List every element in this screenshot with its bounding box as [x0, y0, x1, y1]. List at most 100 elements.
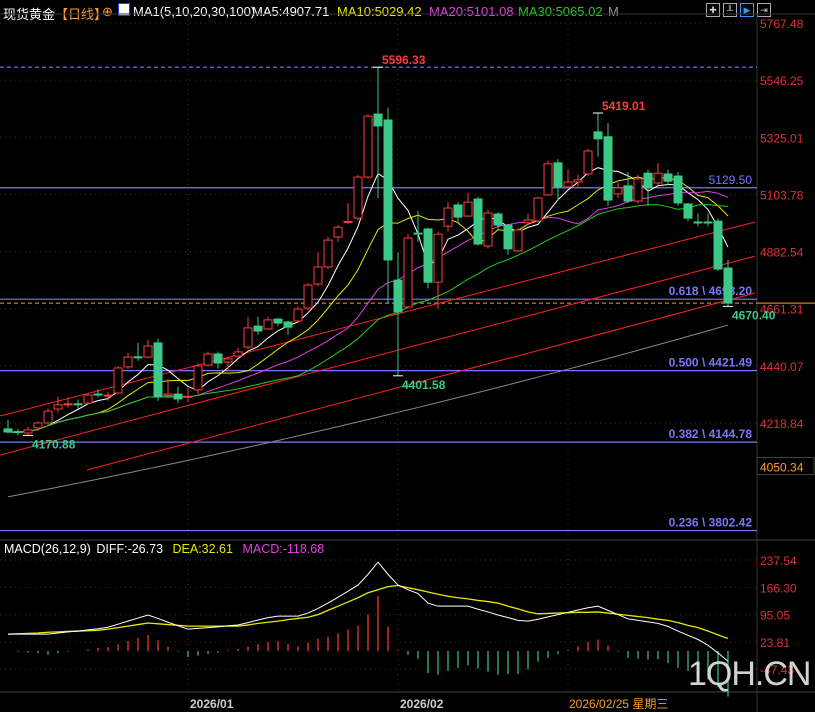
macd-y-tick-label: 95.05 — [760, 609, 790, 623]
candle-body — [343, 220, 353, 224]
candle — [163, 378, 173, 399]
candle-body — [3, 428, 13, 433]
y-tick-label: 5767.48 — [760, 17, 804, 31]
candle-body — [163, 393, 173, 397]
candle — [173, 386, 183, 404]
macd-value: MACD:-118.68 — [242, 542, 325, 556]
candle-body — [643, 172, 653, 189]
candle-body — [603, 136, 613, 201]
candle — [113, 365, 123, 395]
ma10-line — [7, 176, 729, 433]
candle-body — [23, 429, 33, 434]
candle-body — [353, 176, 363, 219]
candle-body — [623, 185, 633, 202]
cursor-price-label: 4050.34 — [760, 461, 804, 475]
macd-header: MACD(26,12,9) DIFF:-26.73 DEA:32.61 MACD… — [4, 542, 330, 556]
candle-body — [683, 203, 693, 219]
low-price-label: 4401.58 — [402, 378, 446, 392]
candle — [713, 218, 723, 271]
candle-body — [263, 319, 273, 330]
candle-body — [423, 228, 433, 283]
candle — [53, 396, 63, 413]
macd-title: MACD(26,12,9) — [4, 542, 91, 556]
candle — [463, 192, 473, 218]
candle-body — [573, 179, 583, 183]
candle-body — [493, 213, 503, 226]
candle-body — [393, 279, 403, 313]
candle-body — [13, 430, 23, 434]
x-date-label: 2026/01 — [190, 697, 234, 711]
candle-body — [73, 403, 83, 406]
candle — [723, 259, 733, 307]
candle-body — [713, 220, 723, 270]
candle-body — [323, 239, 333, 268]
candle — [13, 428, 23, 436]
candle-body — [133, 356, 143, 359]
candle-body — [413, 232, 423, 235]
candle — [653, 163, 663, 186]
macd-y-tick-label: 23.81 — [760, 636, 790, 650]
candle — [143, 340, 153, 359]
candle-body — [183, 395, 193, 398]
candle-body — [613, 187, 623, 195]
ma100-line — [7, 324, 729, 498]
candle — [683, 203, 693, 222]
candle-body — [553, 162, 563, 188]
candle — [363, 114, 373, 179]
candle-body — [123, 356, 133, 368]
candle-body — [723, 267, 733, 304]
candle — [453, 201, 463, 223]
macd-dea: DEA:32.61 — [172, 542, 233, 556]
candle — [663, 169, 673, 186]
candle-body — [433, 233, 443, 283]
candle-body — [213, 353, 223, 364]
candle — [123, 352, 133, 369]
candle — [43, 408, 53, 425]
candle — [473, 196, 483, 246]
candle-body — [503, 224, 513, 250]
candle — [153, 338, 163, 401]
candle-body — [43, 410, 53, 424]
candle-body — [703, 221, 713, 224]
y-tick-label: 5325.01 — [760, 131, 804, 145]
candle — [593, 113, 603, 157]
candle-body — [563, 181, 573, 188]
candle — [243, 316, 253, 350]
candle — [333, 225, 343, 242]
candle-body — [143, 345, 153, 358]
macd-y-tick-label: 237.54 — [760, 554, 797, 568]
candle-body — [93, 393, 103, 396]
candle-body — [193, 365, 203, 391]
horizontal-line-label: 0.618 \ 4698.20 — [669, 284, 753, 298]
y-tick-label: 4440.07 — [760, 360, 804, 374]
candle-body — [173, 393, 183, 400]
trendline — [0, 255, 756, 456]
candle-body — [283, 321, 293, 328]
ma20-line — [7, 190, 729, 433]
candle — [503, 223, 513, 255]
y-tick-label: 5546.25 — [760, 74, 804, 88]
candle-body — [513, 229, 523, 252]
candle — [383, 107, 393, 304]
macd-diff: DIFF:-26.73 — [96, 542, 164, 556]
candle-body — [693, 221, 703, 224]
candle-body — [63, 403, 73, 406]
candle — [673, 172, 683, 206]
candle — [643, 169, 653, 206]
low-price-label: 4170.88 — [32, 437, 76, 451]
candle-body — [313, 266, 323, 285]
low-price-label: 4670.40 — [732, 308, 776, 322]
candle-body — [473, 198, 483, 245]
candle — [273, 318, 283, 326]
candle-body — [333, 226, 343, 238]
candle — [183, 387, 193, 403]
x-date-label: 2026/02 — [400, 697, 444, 711]
candle-body — [533, 197, 543, 222]
trendline — [0, 221, 756, 417]
candle — [373, 67, 383, 198]
price-chart[interactable]: 5767.485546.255325.015103.784882.544661.… — [0, 0, 815, 712]
y-tick-label: 4218.84 — [760, 417, 804, 431]
candle-body — [653, 172, 663, 184]
candle — [403, 234, 413, 310]
candle — [83, 393, 93, 405]
